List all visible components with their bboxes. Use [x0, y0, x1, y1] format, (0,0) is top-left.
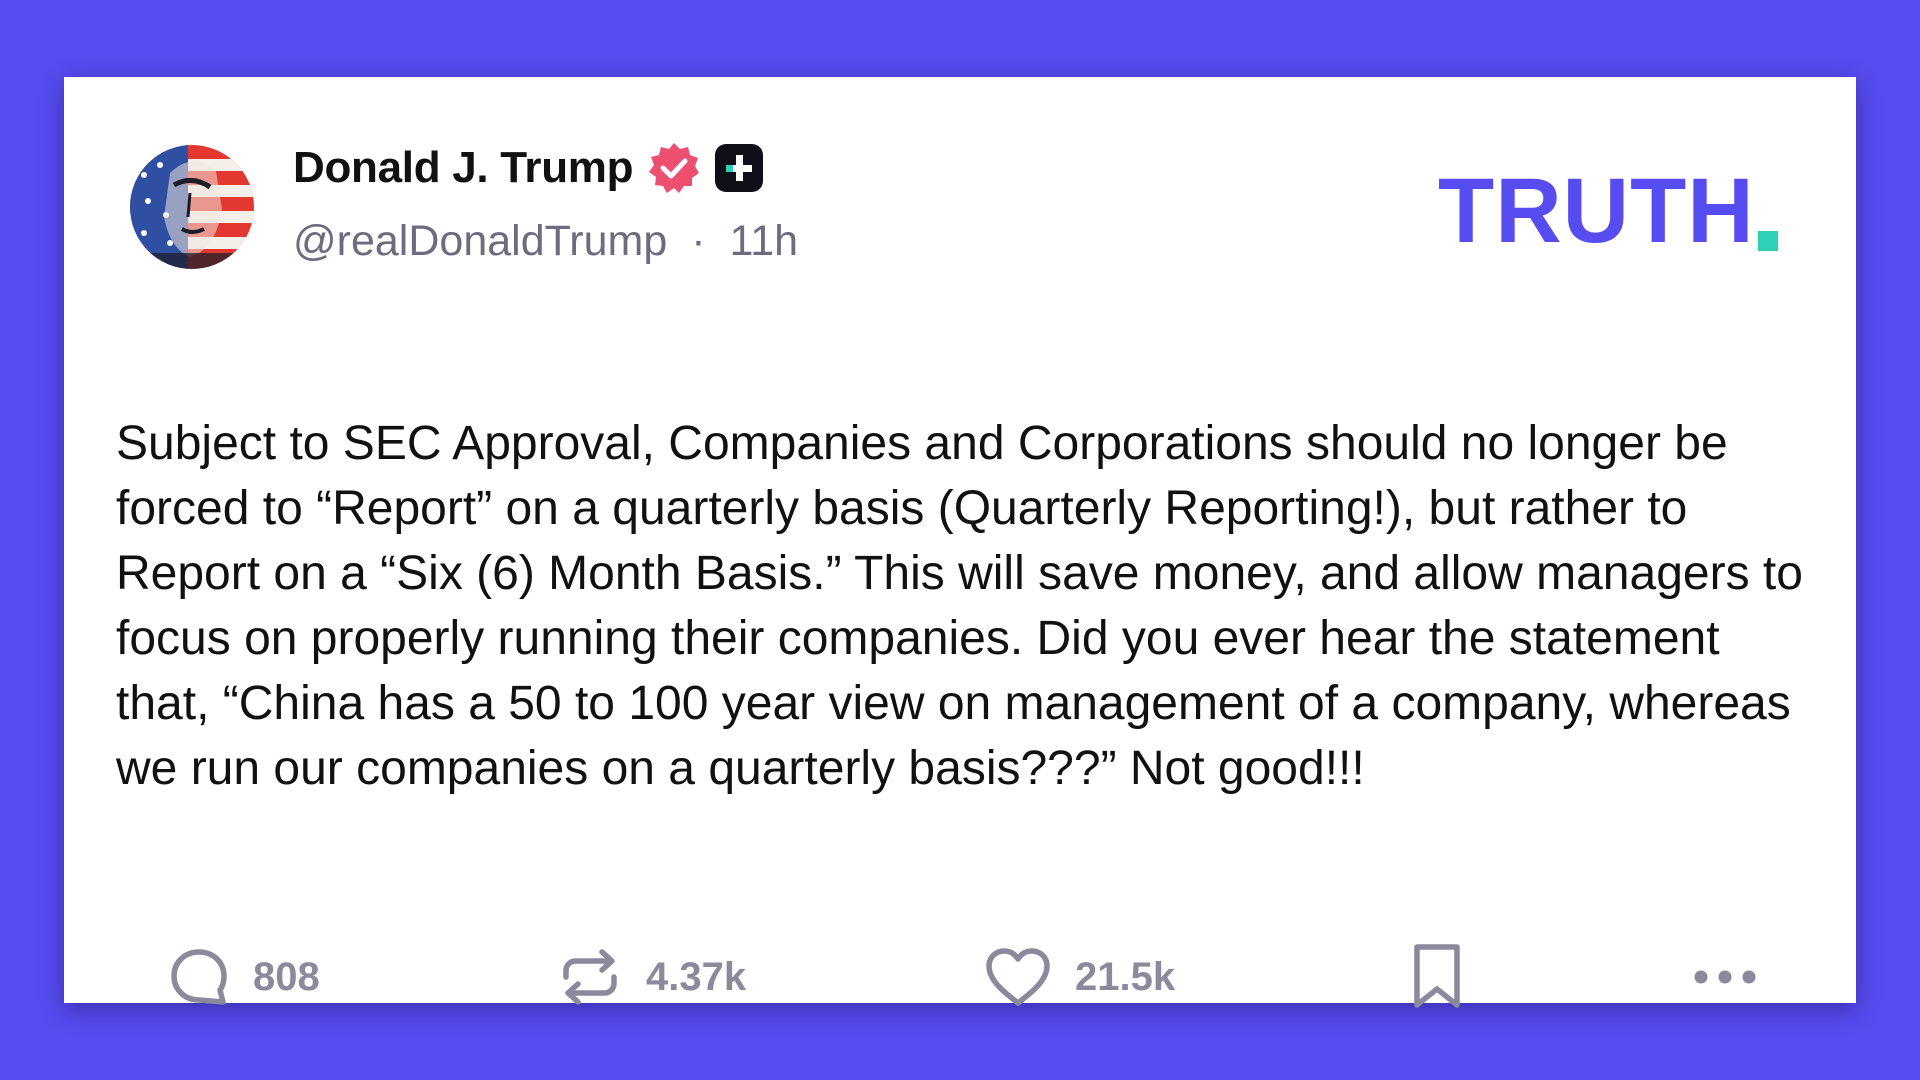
retruth-icon [563, 949, 617, 1005]
author-handle[interactable]: @realDonaldTrump [293, 217, 667, 265]
like-count: 21.5k [1075, 954, 1176, 999]
reply-count: 808 [253, 954, 320, 999]
retruth-count: 4.37k [646, 954, 747, 999]
heart-icon [986, 948, 1050, 1006]
truth-logo: TRUTH [1438, 160, 1778, 262]
more-icon [1694, 970, 1756, 984]
author-name-row: Donald J. Trump [293, 140, 764, 196]
truth-plus-badge-icon [715, 144, 764, 192]
more-options-button[interactable] [1692, 937, 1758, 1017]
verified-badge-icon [649, 143, 700, 193]
avatar[interactable] [130, 145, 254, 269]
comment-icon [171, 949, 227, 1005]
reply-button[interactable]: 808 [167, 937, 320, 1017]
author-meta: @realDonaldTrump · 11h [293, 217, 798, 266]
like-button[interactable]: 21.5k [983, 937, 1175, 1017]
post-body: Subject to SEC Approval, Companies and C… [116, 417, 1803, 795]
bookmark-button[interactable] [1409, 937, 1465, 1017]
logo-dot [1757, 231, 1778, 251]
retruth-button[interactable]: 4.37k [556, 937, 746, 1017]
avatar-image [130, 145, 254, 269]
post-card: Donald J. Trump @realDonaldTrump · 11h T… [64, 77, 1856, 1008]
post-timestamp[interactable]: 11h [730, 217, 799, 265]
meta-separator: · [691, 217, 706, 265]
bookmark-icon [1414, 944, 1460, 1008]
logo-wordmark: TRUTH [1438, 160, 1755, 262]
author-display-name[interactable]: Donald J. Trump [293, 143, 634, 193]
